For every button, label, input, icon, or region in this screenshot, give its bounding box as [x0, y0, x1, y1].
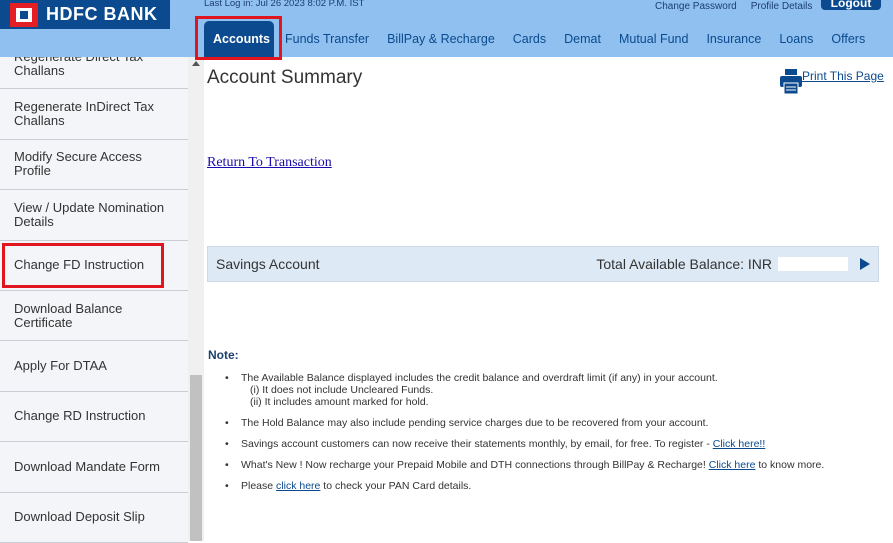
balance-label: Total Available Balance: INR: [596, 256, 772, 272]
logout-button[interactable]: Logout: [821, 0, 881, 10]
logo[interactable]: HDFC BANK: [0, 0, 170, 29]
note-text: Savings account customers can now receiv…: [241, 438, 713, 450]
note-item: Please click here to check your PAN Card…: [225, 480, 824, 492]
tab-mutual-fund[interactable]: Mutual Fund: [610, 21, 697, 57]
expand-arrow-icon[interactable]: [860, 258, 870, 270]
scroll-thumb[interactable]: [190, 375, 202, 541]
tab-offers[interactable]: Offers: [822, 21, 874, 57]
sidebar-item-modify-secure-access[interactable]: Modify Secure Access Profile: [0, 139, 188, 191]
sidebar-item-mandate-form[interactable]: Download Mandate Form: [0, 442, 188, 493]
sidebar-item-apply-dtaa[interactable]: Apply For DTAA: [0, 341, 188, 392]
note-text: to know more.: [755, 459, 825, 471]
savings-account-row[interactable]: Savings Account Total Available Balance:…: [207, 246, 879, 282]
hdfc-logo-icon: [10, 2, 38, 27]
masked-balance: [778, 257, 848, 271]
note-item: Savings account customers can now receiv…: [225, 438, 824, 450]
logo-text: HDFC BANK: [46, 4, 158, 24]
highlight-box: [2, 243, 164, 288]
note-title: Note:: [208, 348, 239, 362]
return-to-transaction-link[interactable]: Return To Transaction: [207, 155, 332, 171]
tab-funds-transfer[interactable]: Funds Transfer: [276, 21, 378, 57]
print-link[interactable]: Print This Page: [802, 69, 884, 95]
last-login: Last Log in: Jul 26 2023 8:02 P.M. IST: [204, 0, 365, 9]
tab-insurance[interactable]: Insurance: [697, 21, 770, 57]
note-text: The Hold Balance may also include pendin…: [241, 417, 709, 429]
sidebar-item-regenerate-indirect-tax[interactable]: Regenerate InDirect Tax Challans: [0, 89, 188, 140]
printer-icon: [780, 69, 802, 95]
note-text: Please: [241, 480, 277, 492]
note-sub: (i) It does not include Uncleared Funds.: [250, 384, 434, 396]
sidebar-item-balance-certificate[interactable]: Download Balance Certificate: [0, 290, 188, 342]
tab-cards[interactable]: Cards: [504, 21, 555, 57]
page-title: Account Summary: [207, 67, 363, 88]
register-link[interactable]: Click here!!: [713, 438, 766, 450]
note-text: The Available Balance displayed includes…: [241, 372, 718, 384]
main-nav: Accounts Funds Transfer BillPay & Rechar…: [204, 21, 874, 57]
sidebar-item-change-rd-instruction[interactable]: Change RD Instruction: [0, 391, 188, 443]
note-item: The Available Balance displayed includes…: [225, 372, 824, 408]
header: HDFC BANK Last Log in: Jul 26 2023 8:02 …: [0, 0, 893, 60]
note-item: The Hold Balance may also include pendin…: [225, 417, 824, 429]
sidebar-item-deposit-slip[interactable]: Download Deposit Slip: [0, 492, 188, 543]
notes-list: The Available Balance displayed includes…: [225, 372, 824, 501]
change-password-link[interactable]: Change Password: [655, 1, 737, 13]
sidebar-scrollbar[interactable]: [188, 57, 204, 541]
print-button[interactable]: Print This Page: [780, 69, 884, 95]
tab-demat[interactable]: Demat: [555, 21, 610, 57]
sidebar: Regenerate Direct Tax Challans Regenerat…: [0, 39, 188, 543]
profile-details-link[interactable]: Profile Details: [751, 1, 813, 13]
scroll-up-icon[interactable]: [192, 61, 200, 66]
note-text: What's New ! Now recharge your Prepaid M…: [241, 459, 709, 471]
note-sub: (ii) It includes amount marked for hold.: [250, 396, 429, 408]
recharge-link[interactable]: Click here: [709, 459, 756, 471]
note-text: to check your PAN Card details.: [320, 480, 472, 492]
highlight-box: [195, 16, 282, 60]
tab-billpay[interactable]: BillPay & Recharge: [378, 21, 504, 57]
sidebar-item-nomination[interactable]: View / Update Nomination Details: [0, 190, 188, 241]
tab-loans[interactable]: Loans: [770, 21, 822, 57]
note-item: What's New ! Now recharge your Prepaid M…: [225, 459, 824, 471]
account-type: Savings Account: [216, 256, 320, 272]
pan-card-link[interactable]: click here: [276, 480, 320, 492]
